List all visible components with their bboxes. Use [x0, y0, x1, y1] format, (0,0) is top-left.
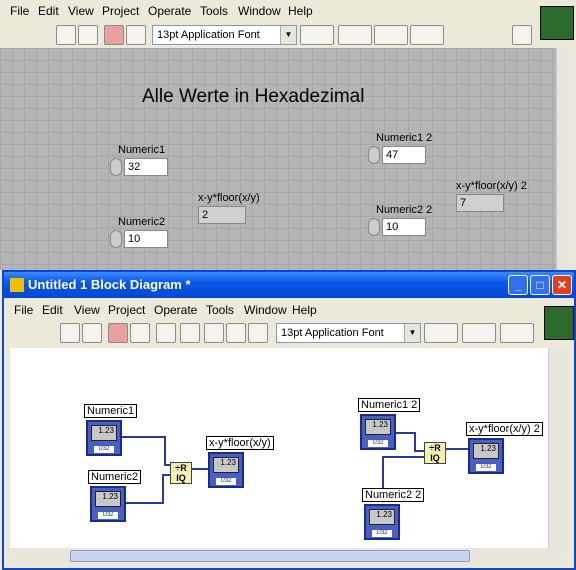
wire: [162, 474, 164, 504]
resize-objects-icon[interactable]: [374, 25, 408, 45]
block-diagram-window: Untitled 1 Block Diagram * _ □ ✕ File Ed…: [2, 270, 576, 570]
menu-view[interactable]: View: [68, 4, 94, 18]
numeric2-2-terminal[interactable]: 1.23 U32: [364, 504, 400, 540]
increment-icon[interactable]: [110, 230, 122, 248]
run-continuous-icon[interactable]: [78, 25, 98, 45]
pause-icon[interactable]: [126, 25, 146, 45]
menu-project[interactable]: Project: [102, 4, 139, 18]
distribute-objects-icon[interactable]: [462, 323, 496, 343]
run-continuous-icon[interactable]: [82, 323, 102, 343]
chevron-down-icon: ▼: [280, 26, 296, 44]
block-diagram-titlebar: Untitled 1 Block Diagram * _ □ ✕: [4, 272, 574, 298]
numeric2-label: Numeric2: [118, 216, 166, 228]
numeric2-terminal-label: Numeric2: [88, 470, 142, 484]
close-icon[interactable]: ✕: [552, 275, 572, 295]
increment-icon[interactable]: [110, 158, 122, 176]
menu-operate[interactable]: Operate: [148, 4, 191, 18]
wire: [164, 436, 166, 464]
bd-vscroll[interactable]: [548, 348, 570, 548]
align-objects-icon[interactable]: [424, 323, 458, 343]
front-panel-vscroll[interactable]: [556, 48, 574, 270]
menu-help[interactable]: Help: [288, 4, 313, 18]
wire: [162, 474, 170, 476]
front-panel-toolbar: 13pt Application Font ▼: [0, 22, 540, 48]
numeric1-2-terminal[interactable]: 1.23 U32: [360, 414, 396, 450]
wire: [382, 456, 384, 488]
numeric1-label: Numeric1: [118, 144, 166, 156]
vi-icon: [544, 306, 574, 340]
bd-menubar: File Edit View Project Operate Tools Win…: [4, 298, 544, 320]
wire: [126, 502, 164, 504]
menu-file[interactable]: File: [10, 4, 29, 18]
wire: [396, 432, 416, 434]
menu-file[interactable]: File: [14, 303, 33, 317]
retain-wire-values-icon[interactable]: [180, 323, 200, 343]
front-panel-canvas: Alle Werte in Hexadezimal Numeric1 32 Nu…: [0, 48, 556, 270]
menu-window[interactable]: Window: [244, 303, 287, 317]
result2-terminal-label: x-y*floor(x/y) 2: [466, 422, 543, 436]
panel-heading: Alle Werte in Hexadezimal: [142, 86, 365, 107]
result1-label: x-y*floor(x/y): [198, 192, 260, 204]
run-arrow-icon[interactable]: [60, 323, 80, 343]
wire: [414, 432, 416, 452]
quotient-remainder-node[interactable]: ÷R IQ: [170, 462, 192, 484]
font-select[interactable]: 13pt Application Font ▼: [152, 25, 297, 45]
minimize-icon[interactable]: _: [508, 275, 528, 295]
menu-window[interactable]: Window: [238, 4, 281, 18]
menu-project[interactable]: Project: [108, 303, 145, 317]
increment-icon[interactable]: [368, 218, 380, 236]
wire: [382, 456, 424, 458]
block-diagram-canvas: Numeric1 1.23 U32 Numeric2 1.23 U32 ÷R IQ …: [10, 348, 548, 548]
wire: [122, 436, 166, 438]
result1-indicator: 2: [198, 206, 246, 224]
vi-icon: [540, 6, 574, 40]
numeric2-2-terminal-label: Numeric2 2: [362, 488, 425, 502]
quotient-remainder-node[interactable]: ÷R IQ: [424, 442, 446, 464]
numeric1-terminal[interactable]: 1.23 U32: [86, 420, 122, 456]
chevron-down-icon: ▼: [404, 324, 420, 342]
menu-edit[interactable]: Edit: [38, 4, 59, 18]
align-objects-icon[interactable]: [300, 25, 334, 45]
abort-icon[interactable]: [104, 25, 124, 45]
abort-icon[interactable]: [108, 323, 128, 343]
menu-view[interactable]: View: [74, 303, 100, 317]
result1-terminal-label: x-y*floor(x/y): [206, 436, 274, 450]
numeric2-terminal[interactable]: 1.23 U32: [90, 486, 126, 522]
menu-operate[interactable]: Operate: [154, 303, 197, 317]
run-arrow-icon[interactable]: [56, 25, 76, 45]
menu-tools[interactable]: Tools: [206, 303, 234, 317]
numeric1-terminal-label: Numeric1: [84, 404, 138, 418]
front-panel-menubar: File Edit View Project Operate Tools Win…: [0, 0, 540, 22]
wire: [414, 450, 424, 452]
wire: [446, 448, 468, 450]
menu-tools[interactable]: Tools: [200, 4, 228, 18]
result1-terminal[interactable]: 1.23 U32: [208, 452, 244, 488]
help-icon[interactable]: [512, 25, 532, 45]
step-out-icon[interactable]: [248, 323, 268, 343]
numeric2-2-label: Numeric2 2: [376, 204, 433, 216]
labview-icon: [10, 278, 24, 292]
result2-indicator: 7: [456, 194, 504, 212]
menu-edit[interactable]: Edit: [42, 303, 63, 317]
bd-hscroll[interactable]: [10, 548, 566, 564]
step-into-icon[interactable]: [204, 323, 224, 343]
distribute-objects-icon[interactable]: [338, 25, 372, 45]
numeric1-2-terminal-label: Numeric1 2: [358, 398, 421, 412]
maximize-icon[interactable]: □: [530, 275, 550, 295]
result2-label: x-y*floor(x/y) 2: [456, 180, 527, 192]
bd-toolbar: 13pt Application Font ▼: [4, 320, 544, 346]
numeric1-2-label: Numeric1 2: [376, 132, 433, 144]
hscroll-thumb[interactable]: [70, 550, 470, 562]
increment-icon[interactable]: [368, 146, 380, 164]
menu-help[interactable]: Help: [292, 303, 317, 317]
window-title: Untitled 1 Block Diagram *: [28, 277, 191, 292]
step-over-icon[interactable]: [226, 323, 246, 343]
pause-icon[interactable]: [130, 323, 150, 343]
highlight-execution-icon[interactable]: [156, 323, 176, 343]
result2-terminal[interactable]: 1.23 U32: [468, 438, 504, 474]
reorder-icon[interactable]: [410, 25, 444, 45]
reorder-icon[interactable]: [500, 323, 534, 343]
font-select[interactable]: 13pt Application Font ▼: [276, 323, 421, 343]
